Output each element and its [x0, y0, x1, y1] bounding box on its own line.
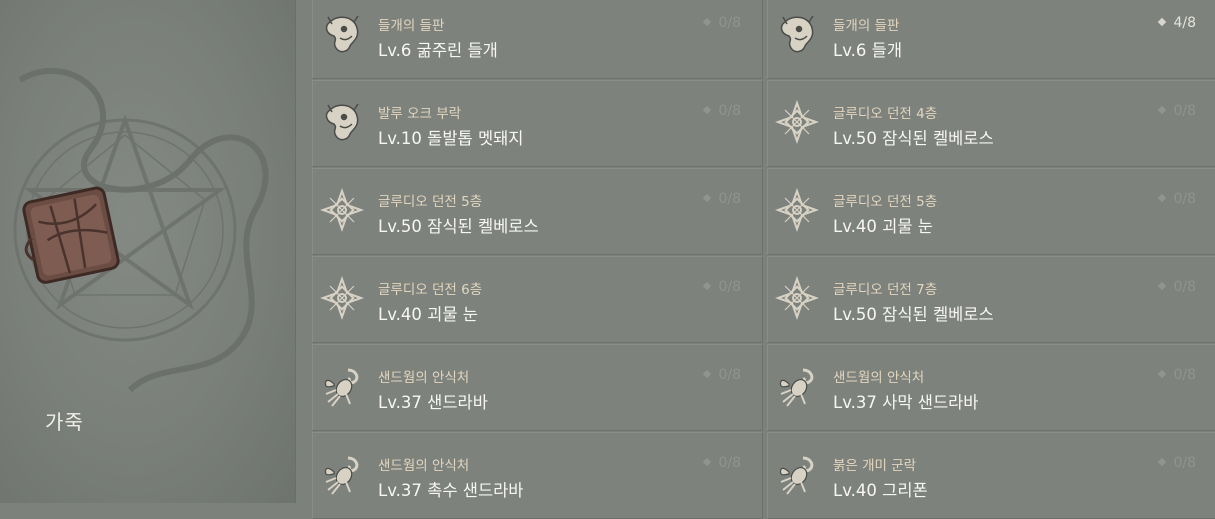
sigil-icon — [320, 188, 364, 232]
category-panel: 가죽 — [0, 0, 295, 503]
monster-name: Lv.6 굶주린 들개 — [378, 41, 498, 60]
leather-book-icon — [22, 186, 120, 284]
scorpion-icon — [775, 364, 819, 408]
diamond-icon — [703, 193, 712, 203]
panel-divider — [295, 0, 296, 503]
collection-card[interactable]: 글루디오 던전 6층 Lv.40 괴물 눈 0/8 — [312, 256, 763, 343]
diamond-icon — [703, 369, 712, 379]
progress-count: 0/8 — [1158, 279, 1196, 295]
region-name: 샌드웜의 안식처 — [378, 458, 470, 474]
beast-head-icon — [775, 12, 819, 56]
collection-card[interactable]: 샌드웜의 안식처 Lv.37 샌드라바 0/8 — [312, 344, 763, 431]
progress-count: 0/8 — [703, 367, 741, 383]
monster-name: Lv.37 샌드라바 — [378, 393, 488, 412]
progress-count: 0/8 — [703, 455, 741, 471]
diamond-icon — [703, 105, 712, 115]
scorpion-icon — [320, 452, 364, 496]
progress-count: 0/8 — [703, 191, 741, 207]
progress-count-text: 0/8 — [718, 191, 741, 207]
diamond-icon — [703, 281, 712, 291]
region-name: 샌드웜의 안식처 — [378, 370, 470, 386]
sigil-icon — [775, 276, 819, 320]
monster-name: Lv.10 돌발톱 멧돼지 — [378, 129, 524, 148]
scorpion-icon — [775, 452, 819, 496]
progress-count: 0/8 — [703, 279, 741, 295]
progress-count-text: 0/8 — [1173, 103, 1196, 119]
monster-name: Lv.6 들개 — [833, 41, 903, 60]
collection-card[interactable]: 샌드웜의 안식처 Lv.37 사막 샌드라바 0/8 — [767, 344, 1215, 431]
beast-head-icon — [320, 12, 364, 56]
monster-name: Lv.40 괴물 눈 — [378, 305, 478, 324]
sigil-icon — [320, 276, 364, 320]
collection-card[interactable]: 글루디오 던전 5층 Lv.50 잠식된 켈베로스 0/8 — [312, 168, 763, 255]
region-name: 샌드웜의 안식처 — [833, 370, 925, 386]
region-name: 글루디오 던전 7층 — [833, 282, 938, 298]
progress-count-text: 0/8 — [1173, 191, 1196, 207]
monster-name: Lv.37 사막 샌드라바 — [833, 393, 979, 412]
region-name: 들개의 들판 — [378, 18, 445, 34]
region-name: 글루디오 던전 5층 — [833, 194, 938, 210]
progress-count: 0/8 — [1158, 191, 1196, 207]
progress-count-text: 0/8 — [1173, 367, 1196, 383]
progress-count-text: 0/8 — [718, 455, 741, 471]
collection-card[interactable]: 들개의 들판 Lv.6 굶주린 들개 0/8 — [312, 0, 763, 79]
diamond-icon — [1158, 369, 1167, 379]
region-name: 붉은 개미 군락 — [833, 458, 917, 474]
progress-count: 0/8 — [1158, 103, 1196, 119]
progress-count: 0/8 — [703, 15, 741, 31]
progress-count: 0/8 — [1158, 367, 1196, 383]
monster-name: Lv.40 괴물 눈 — [833, 217, 933, 236]
collection-card[interactable]: 들개의 들판 Lv.6 들개 4/8 — [767, 0, 1215, 79]
monster-name: Lv.50 잠식된 켈베로스 — [833, 305, 994, 324]
diamond-icon — [1158, 105, 1167, 115]
progress-count-text: 0/8 — [1173, 279, 1196, 295]
collection-card[interactable]: 글루디오 던전 4층 Lv.50 잠식된 켈베로스 0/8 — [767, 80, 1215, 167]
region-name: 발루 오크 부락 — [378, 106, 462, 122]
progress-count-text: 0/8 — [718, 279, 741, 295]
progress-count-text: 4/8 — [1173, 15, 1196, 31]
progress-count-text: 0/8 — [718, 367, 741, 383]
collection-card[interactable]: 샌드웜의 안식처 Lv.37 촉수 샌드라바 0/8 — [312, 432, 763, 519]
progress-count: 0/8 — [703, 103, 741, 119]
progress-count-text: 0/8 — [718, 103, 741, 119]
sigil-icon — [775, 100, 819, 144]
diamond-icon — [1158, 457, 1167, 467]
monster-name: Lv.50 잠식된 켈베로스 — [833, 129, 994, 148]
collection-card[interactable]: 글루디오 던전 7층 Lv.50 잠식된 켈베로스 0/8 — [767, 256, 1215, 343]
scorpion-icon — [320, 364, 364, 408]
beast-head-icon — [320, 100, 364, 144]
monster-name: Lv.37 촉수 샌드라바 — [378, 481, 524, 500]
region-name: 글루디오 던전 4층 — [833, 106, 938, 122]
progress-count: 4/8 — [1158, 15, 1196, 31]
category-label: 가죽 — [45, 410, 84, 434]
region-name: 들개의 들판 — [833, 18, 900, 34]
collection-card[interactable]: 붉은 개미 군락 Lv.40 그리폰 0/8 — [767, 432, 1215, 519]
diamond-icon — [1158, 17, 1167, 27]
monster-name: Lv.50 잠식된 켈베로스 — [378, 217, 539, 236]
sigil-icon — [775, 188, 819, 232]
progress-count-text: 0/8 — [718, 15, 741, 31]
progress-count: 0/8 — [1158, 455, 1196, 471]
diamond-icon — [1158, 193, 1167, 203]
region-name: 글루디오 던전 6층 — [378, 282, 483, 298]
diamond-icon — [703, 17, 712, 27]
region-name: 글루디오 던전 5층 — [378, 194, 483, 210]
collection-card[interactable]: 발루 오크 부락 Lv.10 돌발톱 멧돼지 0/8 — [312, 80, 763, 167]
collection-card[interactable]: 글루디오 던전 5층 Lv.40 괴물 눈 0/8 — [767, 168, 1215, 255]
monster-name: Lv.40 그리폰 — [833, 481, 928, 500]
diamond-icon — [1158, 281, 1167, 291]
progress-count-text: 0/8 — [1173, 455, 1196, 471]
diamond-icon — [703, 457, 712, 467]
